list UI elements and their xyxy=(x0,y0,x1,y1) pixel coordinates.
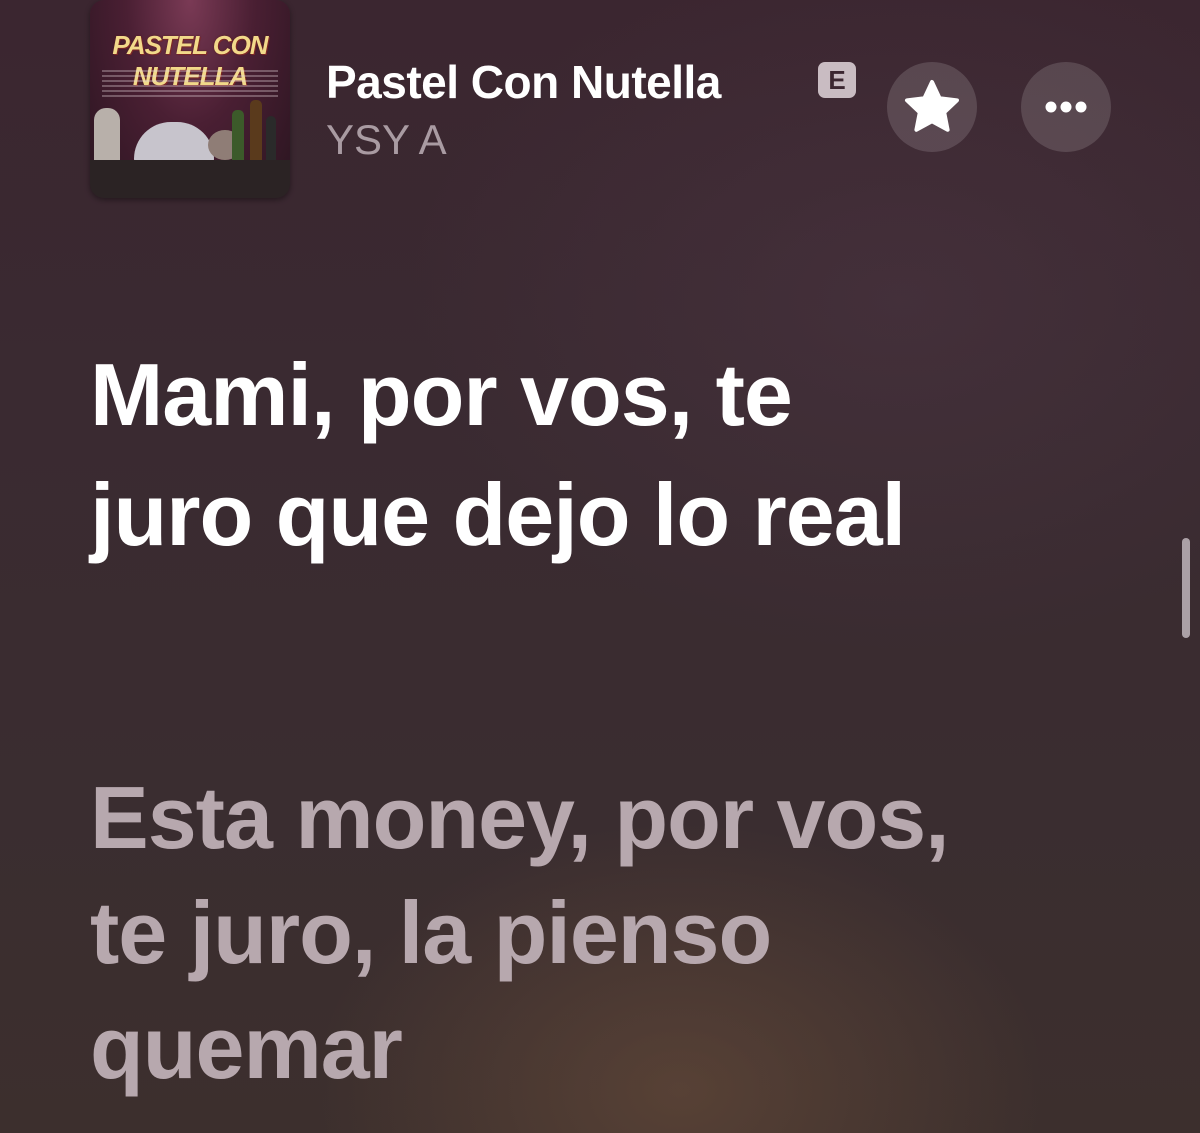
artwork-credits xyxy=(102,70,278,100)
song-title[interactable]: Pastel Con Nutella xyxy=(326,55,721,109)
artwork-bottle xyxy=(266,116,276,162)
artwork-bottle xyxy=(250,100,262,162)
ellipsis-icon xyxy=(1045,101,1087,113)
now-playing-header: PASTEL CON NUTELLA Pastel Con Nutella E … xyxy=(0,0,1200,200)
artwork-bottle xyxy=(232,110,244,162)
favorite-button[interactable] xyxy=(887,62,977,152)
previous-lyric-line xyxy=(90,180,990,214)
artist-name[interactable]: YSY A xyxy=(326,116,447,164)
next-lyric-line[interactable]: Esta money, por vos, te juro, la pienso … xyxy=(90,760,970,1105)
active-lyric-line[interactable]: Mami, por vos, te juro que dejo lo real xyxy=(90,335,970,575)
star-icon xyxy=(905,80,959,132)
more-options-button[interactable] xyxy=(1021,62,1111,152)
artwork-bust xyxy=(94,108,120,168)
scroll-indicator[interactable] xyxy=(1182,538,1190,638)
explicit-badge: E xyxy=(818,62,856,98)
album-artwork[interactable]: PASTEL CON NUTELLA xyxy=(90,0,290,198)
